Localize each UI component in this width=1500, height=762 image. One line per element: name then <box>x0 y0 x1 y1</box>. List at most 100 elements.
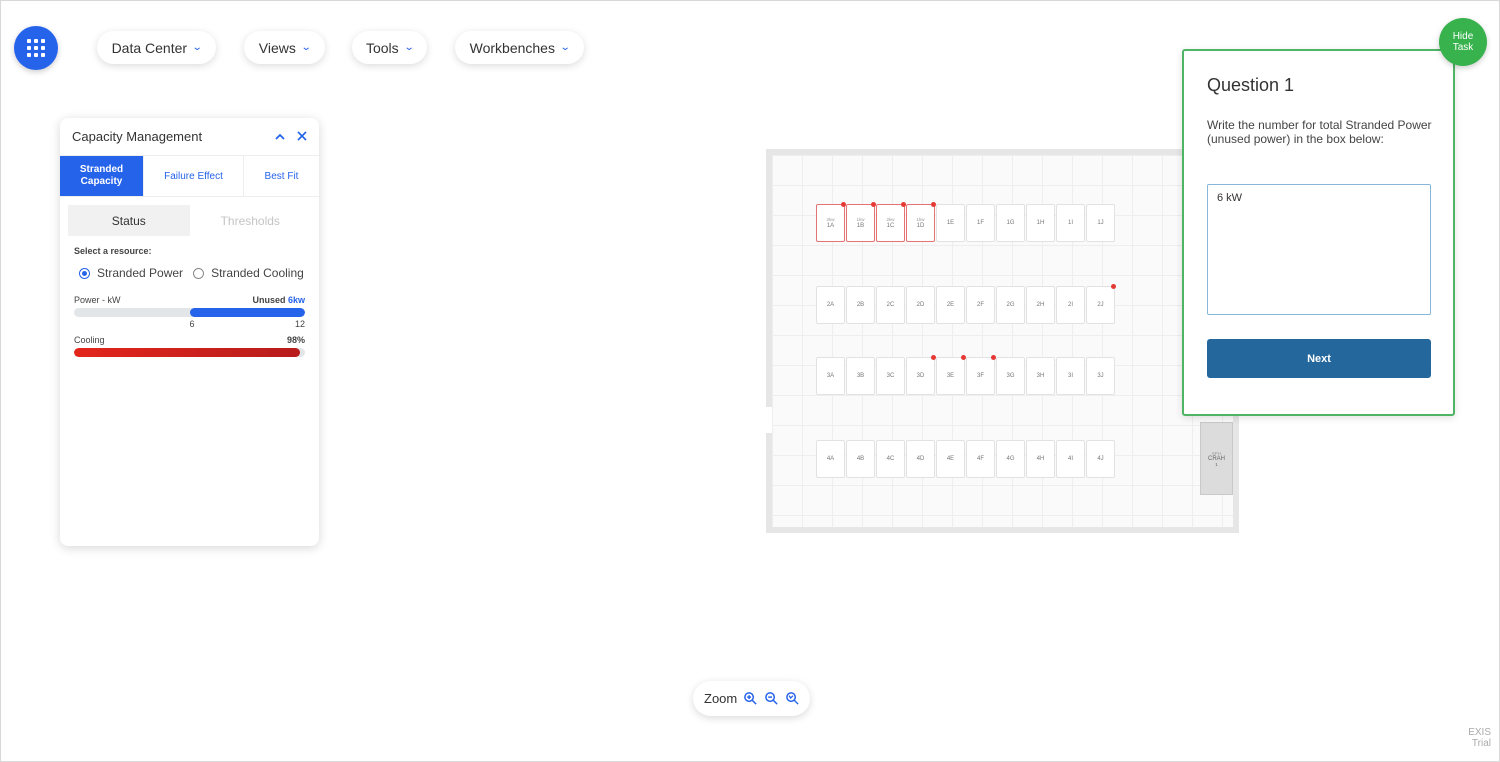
hide-task-label: Hide <box>1452 31 1474 42</box>
rack-2b[interactable]: 2B <box>846 286 875 324</box>
zoom-control: Zoom <box>693 681 810 716</box>
rack-label: 1I <box>1067 220 1073 226</box>
radio-stranded-power[interactable]: Stranded Power <box>79 266 183 280</box>
rack-label: 1H <box>1036 220 1045 226</box>
rack-label: 3F <box>976 373 984 379</box>
rack-1d[interactable]: 1kw 1D <box>906 204 935 242</box>
tab-label: Failure Effect <box>164 170 223 182</box>
rack-4b[interactable]: 4B <box>846 440 875 478</box>
rack-1a[interactable]: 2kw 1A <box>816 204 845 242</box>
rack-label: 2E <box>946 302 955 308</box>
tab-stranded-capacity[interactable]: Stranded Capacity <box>60 156 144 196</box>
zoom-reset-icon[interactable] <box>785 691 800 706</box>
app-launcher-button[interactable] <box>14 26 58 70</box>
subtab-label: Status <box>111 213 146 228</box>
next-button[interactable]: Next <box>1207 339 1431 378</box>
rack-1g[interactable]: 1G <box>996 204 1025 242</box>
zoom-label: Zoom <box>704 691 738 706</box>
rack-1e[interactable]: 1E <box>936 204 965 242</box>
unused-readout: Unused 6kw <box>252 295 305 305</box>
trial-watermark: EXIS Trial <box>1468 727 1491 749</box>
rack-2e[interactable]: 2E <box>936 286 965 324</box>
floor-doorway <box>766 407 772 433</box>
rack-label: 3I <box>1067 373 1073 379</box>
zoom-in-icon[interactable] <box>743 691 758 706</box>
rack-4d[interactable]: 4D <box>906 440 935 478</box>
question-text: Write the number for total Stranded Powe… <box>1207 118 1432 146</box>
rack-4a[interactable]: 4A <box>816 440 845 478</box>
radio-stranded-cooling[interactable]: Stranded Cooling <box>193 266 304 280</box>
rack-3h[interactable]: 3H <box>1026 357 1055 395</box>
rack-3c[interactable]: 3C <box>876 357 905 395</box>
tab-failure-effect[interactable]: Failure Effect <box>144 156 244 196</box>
watermark-text: EXIS <box>1468 727 1491 738</box>
rack-label: 4D <box>916 456 925 462</box>
rack-3d[interactable]: 3D <box>906 357 935 395</box>
rack-2i[interactable]: 2I <box>1056 286 1085 324</box>
rack-2c[interactable]: 2C <box>876 286 905 324</box>
rack-2a[interactable]: 2A <box>816 286 845 324</box>
rack-4i[interactable]: 4I <box>1056 440 1085 478</box>
subtab-status[interactable]: Status <box>68 205 190 236</box>
tab-label: Best Fit <box>264 170 299 182</box>
power-ticks: 6 12 <box>74 317 306 329</box>
rack-3j[interactable]: 3J <box>1086 357 1115 395</box>
rack-1b[interactable]: 1kw 1B <box>846 204 875 242</box>
crah-unit[interactable]: 6PH CRAH 1 <box>1200 422 1233 495</box>
rack-1c[interactable]: 2kw 1C <box>876 204 905 242</box>
rack-1h[interactable]: 1H <box>1026 204 1055 242</box>
resource-radio-group: Stranded Power Stranded Cooling <box>79 266 319 280</box>
rack-2f[interactable]: 2F <box>966 286 995 324</box>
rack-4j[interactable]: 4J <box>1086 440 1115 478</box>
rack-3g[interactable]: 3G <box>996 357 1025 395</box>
tab-best-fit[interactable]: Best Fit <box>244 156 319 196</box>
cooling-used-fill <box>74 348 301 357</box>
rack-label: 2J <box>1097 302 1104 308</box>
rack-2h[interactable]: 2H <box>1026 286 1055 324</box>
chevron-down-icon: ⌄ <box>300 42 312 53</box>
menu-tools[interactable]: Tools ⌄ <box>352 31 427 64</box>
cooling-meter: Cooling 98% <box>74 335 305 357</box>
rack-label: 3G <box>1006 373 1015 379</box>
tab-label: Stranded <box>79 164 124 175</box>
rack-4f[interactable]: 4F <box>966 440 995 478</box>
rack-label: 3E <box>946 373 955 379</box>
rack-4e[interactable]: 4E <box>936 440 965 478</box>
cooling-bar <box>74 348 305 357</box>
rack-3a[interactable]: 3A <box>816 357 845 395</box>
close-icon[interactable] <box>297 129 307 144</box>
rack-3f[interactable]: 3F <box>966 357 995 395</box>
rack-label: 4J <box>1097 456 1104 462</box>
panel-header: Capacity Management <box>60 118 319 156</box>
subtab-thresholds[interactable]: Thresholds <box>190 205 312 236</box>
rack-label: 3B <box>856 373 865 379</box>
rack-4g[interactable]: 4G <box>996 440 1025 478</box>
rack-4c[interactable]: 4C <box>876 440 905 478</box>
rack-1f[interactable]: 1F <box>966 204 995 242</box>
rack-2d[interactable]: 2D <box>906 286 935 324</box>
collapse-icon[interactable] <box>275 129 285 144</box>
rack-1j[interactable]: 1J <box>1086 204 1115 242</box>
rack-label: 1J <box>1097 220 1104 226</box>
rack-3b[interactable]: 3B <box>846 357 875 395</box>
rack-label: 4G <box>1006 456 1015 462</box>
answer-textarea[interactable] <box>1207 184 1431 315</box>
next-label: Next <box>1307 352 1331 365</box>
rack-3e[interactable]: 3E <box>936 357 965 395</box>
rack-4h[interactable]: 4H <box>1026 440 1055 478</box>
rack-label: 4C <box>886 456 895 462</box>
rack-3i[interactable]: 3I <box>1056 357 1085 395</box>
menu-views[interactable]: Views ⌄ <box>244 31 325 64</box>
rack-label: 2B <box>856 302 865 308</box>
rack-1i[interactable]: 1I <box>1056 204 1085 242</box>
menu-data-center[interactable]: Data Center ⌄ <box>97 31 216 64</box>
radio-selected-icon <box>79 267 90 279</box>
rack-label: 3D <box>916 373 925 379</box>
rack-2j[interactable]: 2J <box>1086 286 1115 324</box>
rack-2g[interactable]: 2G <box>996 286 1025 324</box>
hide-task-button[interactable]: Hide Task <box>1439 18 1487 66</box>
rack-label: 3A <box>826 373 835 379</box>
zoom-out-icon[interactable] <box>764 691 779 706</box>
menu-workbenches[interactable]: Workbenches ⌄ <box>455 31 584 64</box>
rack-label: 2D <box>916 302 925 308</box>
